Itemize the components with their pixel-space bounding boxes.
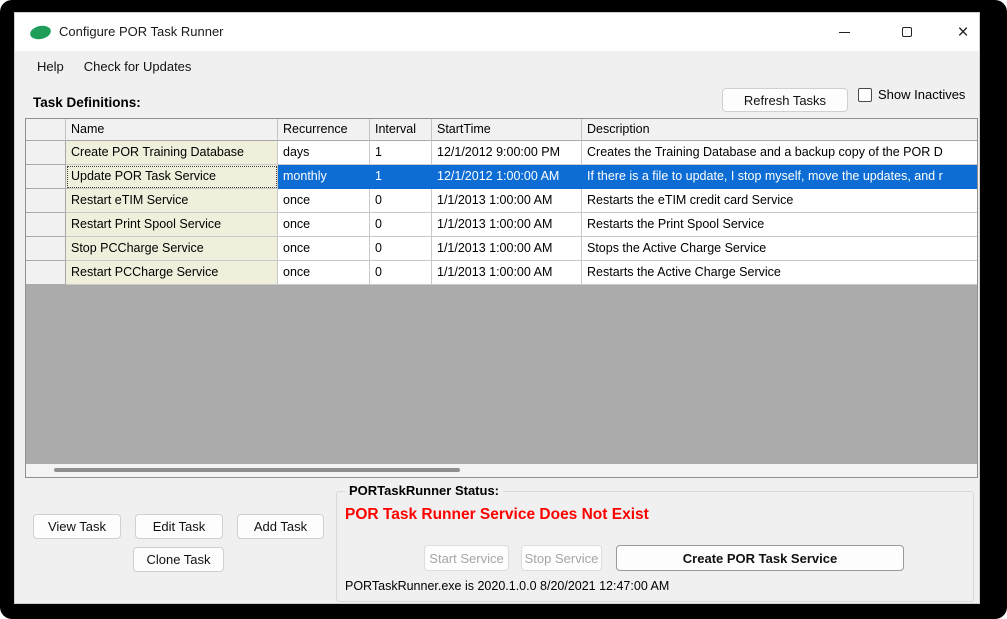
show-inactives-checkbox-group[interactable]: Show Inactives xyxy=(858,87,965,102)
cell-starttime[interactable]: 1/1/2013 1:00:00 AM xyxy=(432,213,582,237)
horizontal-scrollbar-thumb[interactable] xyxy=(54,468,460,472)
header-interval[interactable]: Interval xyxy=(370,119,432,141)
cell-recurrence[interactable]: monthly xyxy=(278,165,370,189)
close-icon: × xyxy=(957,23,968,42)
cell-interval[interactable]: 1 xyxy=(370,141,432,165)
add-task-button[interactable]: Add Task xyxy=(237,514,324,539)
maximize-icon xyxy=(902,27,912,37)
maximize-button[interactable] xyxy=(884,13,930,51)
close-button[interactable]: × xyxy=(940,13,986,51)
task-definitions-table[interactable]: Name Recurrence Interval StartTime Descr… xyxy=(25,118,978,478)
menu-item-check-for-updates[interactable]: Check for Updates xyxy=(74,55,202,78)
row-selector[interactable] xyxy=(26,165,66,189)
cell-description[interactable]: Restarts the Print Spool Service xyxy=(582,213,977,237)
cell-starttime[interactable]: 12/1/2012 1:00:00 AM xyxy=(432,165,582,189)
cell-interval[interactable]: 0 xyxy=(370,237,432,261)
task-definitions-label: Task Definitions: xyxy=(33,95,141,110)
app-icon xyxy=(29,24,52,41)
header-recurrence[interactable]: Recurrence xyxy=(278,119,370,141)
cell-recurrence[interactable]: once xyxy=(278,213,370,237)
header-description[interactable]: Description xyxy=(582,119,977,141)
cell-description[interactable]: Restarts the Active Charge Service xyxy=(582,261,977,285)
app-window: Configure POR Task Runner × Help Check f… xyxy=(14,12,980,604)
window-title: Configure POR Task Runner xyxy=(59,24,224,39)
cell-starttime[interactable]: 1/1/2013 1:00:00 AM xyxy=(432,237,582,261)
task-table-body: Create POR Training Databasedays112/1/20… xyxy=(26,141,977,285)
cell-name[interactable]: Restart PCCharge Service xyxy=(66,261,278,285)
cell-interval[interactable]: 0 xyxy=(370,261,432,285)
version-text: PORTaskRunner.exe is 2020.1.0.0 8/20/202… xyxy=(345,579,669,593)
create-por-task-service-button[interactable]: Create POR Task Service xyxy=(616,545,904,571)
refresh-tasks-button[interactable]: Refresh Tasks xyxy=(722,88,848,112)
table-row[interactable]: Restart PCCharge Serviceonce01/1/2013 1:… xyxy=(26,261,977,285)
cell-interval[interactable]: 0 xyxy=(370,213,432,237)
cell-starttime[interactable]: 12/1/2012 9:00:00 PM xyxy=(432,141,582,165)
row-selector[interactable] xyxy=(26,141,66,165)
edit-task-button[interactable]: Edit Task xyxy=(135,514,223,539)
cell-description[interactable]: Creates the Training Database and a back… xyxy=(582,141,977,165)
cell-name[interactable]: Create POR Training Database xyxy=(66,141,278,165)
table-row[interactable]: Restart eTIM Serviceonce01/1/2013 1:00:0… xyxy=(26,189,977,213)
cell-description[interactable]: Restarts the eTIM credit card Service xyxy=(582,189,977,213)
cell-name[interactable]: Stop PCCharge Service xyxy=(66,237,278,261)
show-inactives-label: Show Inactives xyxy=(878,87,965,102)
service-status-message: POR Task Runner Service Does Not Exist xyxy=(345,506,649,524)
header-name[interactable]: Name xyxy=(66,119,278,141)
cell-description[interactable]: Stops the Active Charge Service xyxy=(582,237,977,261)
status-groupbox-title: PORTaskRunner Status: xyxy=(345,483,503,498)
cell-name[interactable]: Update POR Task Service xyxy=(66,165,278,189)
row-selector[interactable] xyxy=(26,189,66,213)
menu-bar: Help Check for Updates xyxy=(15,51,979,81)
show-inactives-checkbox[interactable] xyxy=(858,88,872,102)
cell-recurrence[interactable]: days xyxy=(278,141,370,165)
clone-task-button[interactable]: Clone Task xyxy=(133,547,224,572)
cell-interval[interactable]: 0 xyxy=(370,189,432,213)
cell-recurrence[interactable]: once xyxy=(278,261,370,285)
cell-recurrence[interactable]: once xyxy=(278,189,370,213)
screen-frame: Configure POR Task Runner × Help Check f… xyxy=(0,0,1007,619)
stop-service-button[interactable]: Stop Service xyxy=(521,545,602,571)
cell-recurrence[interactable]: once xyxy=(278,237,370,261)
cell-name[interactable]: Restart eTIM Service xyxy=(66,189,278,213)
table-header-row: Name Recurrence Interval StartTime Descr… xyxy=(26,119,977,141)
header-starttime[interactable]: StartTime xyxy=(432,119,582,141)
menu-item-help[interactable]: Help xyxy=(27,55,74,78)
title-bar[interactable]: Configure POR Task Runner × xyxy=(15,13,979,51)
table-row[interactable]: Stop PCCharge Serviceonce01/1/2013 1:00:… xyxy=(26,237,977,261)
status-groupbox: PORTaskRunner Status: POR Task Runner Se… xyxy=(336,491,974,602)
row-selector[interactable] xyxy=(26,261,66,285)
header-row-selector xyxy=(26,119,66,141)
cell-description[interactable]: If there is a file to update, I stop mys… xyxy=(582,165,977,189)
cell-starttime[interactable]: 1/1/2013 1:00:00 AM xyxy=(432,189,582,213)
cell-interval[interactable]: 1 xyxy=(370,165,432,189)
row-selector[interactable] xyxy=(26,213,66,237)
view-task-button[interactable]: View Task xyxy=(33,514,121,539)
row-selector[interactable] xyxy=(26,237,66,261)
cell-starttime[interactable]: 1/1/2013 1:00:00 AM xyxy=(432,261,582,285)
horizontal-scrollbar[interactable] xyxy=(26,464,977,477)
table-row[interactable]: Update POR Task Servicemonthly112/1/2012… xyxy=(26,165,977,189)
table-row[interactable]: Create POR Training Databasedays112/1/20… xyxy=(26,141,977,165)
minimize-icon xyxy=(839,32,850,33)
start-service-button[interactable]: Start Service xyxy=(424,545,509,571)
table-row[interactable]: Restart Print Spool Serviceonce01/1/2013… xyxy=(26,213,977,237)
cell-name[interactable]: Restart Print Spool Service xyxy=(66,213,278,237)
minimize-button[interactable] xyxy=(821,13,867,51)
